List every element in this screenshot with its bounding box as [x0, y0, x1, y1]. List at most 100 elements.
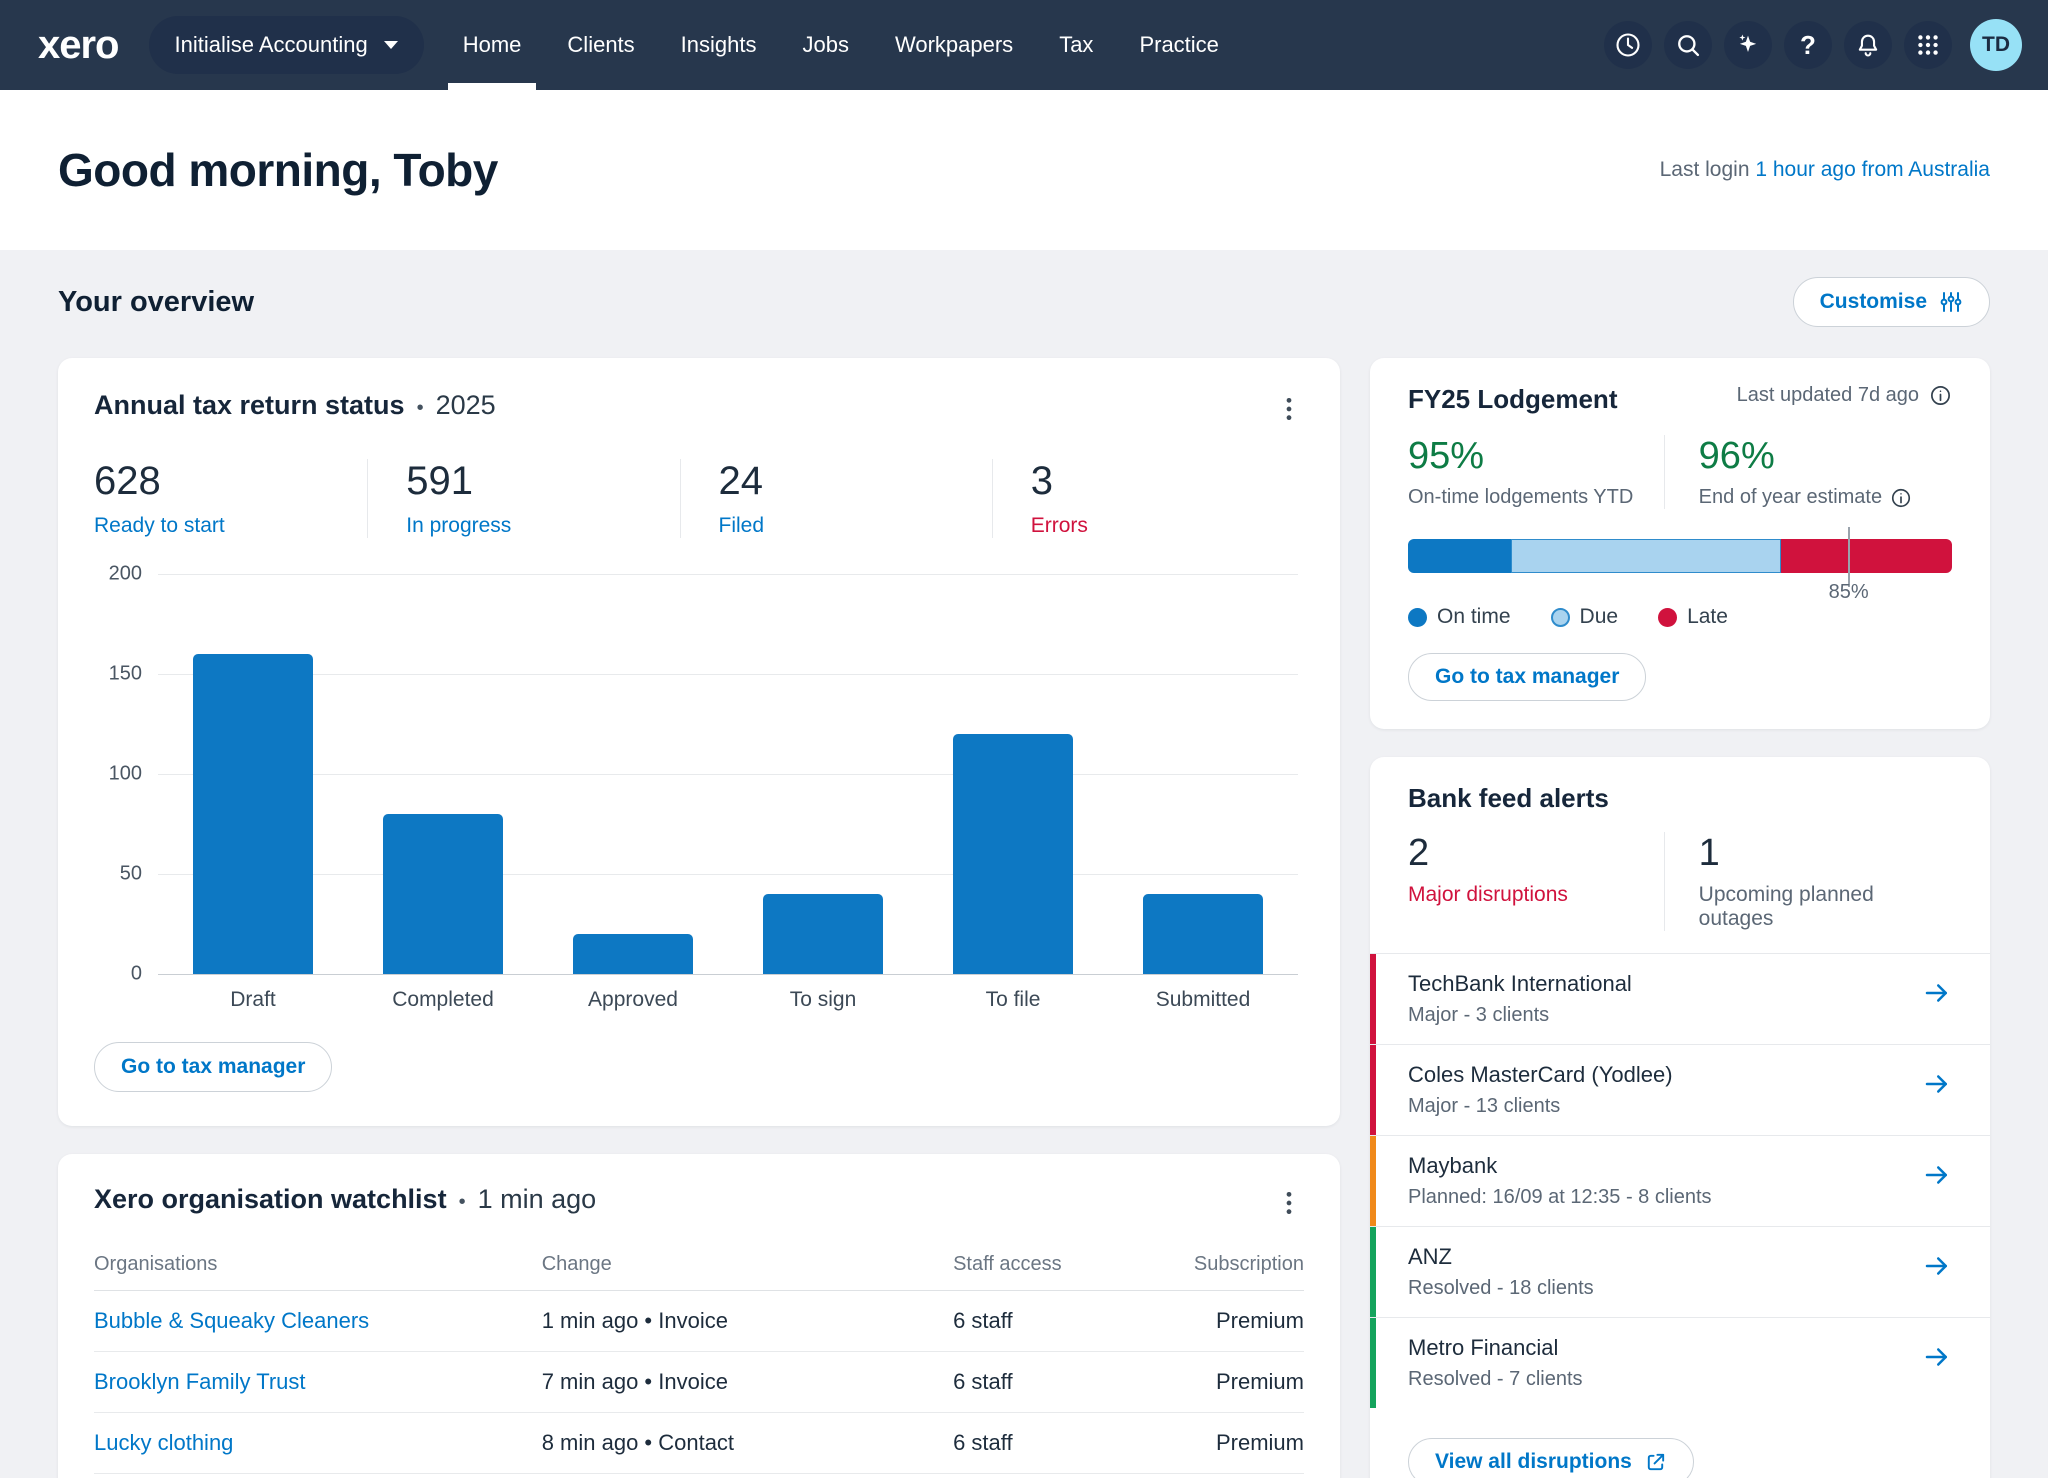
- nav-item-clients[interactable]: Clients: [544, 0, 657, 90]
- stat-label-link[interactable]: Errors: [1031, 514, 1304, 538]
- bar-draft[interactable]: [193, 654, 313, 974]
- arrow-right-icon[interactable]: [1922, 978, 1952, 1008]
- alert-item-coles[interactable]: Coles MasterCard (Yodlee) Major - 13 cli…: [1370, 1044, 1990, 1135]
- change-cell: 1 min ago • Invoice: [541, 1308, 728, 1333]
- nav-item-insights[interactable]: Insights: [658, 0, 780, 90]
- bar-completed[interactable]: [383, 814, 503, 974]
- stat-planned-outages: 1 Upcoming planned outages: [1663, 832, 1952, 931]
- stat-label-link[interactable]: Filed: [719, 514, 992, 538]
- alert-item-techbank[interactable]: TechBank International Major - 3 clients: [1370, 954, 1990, 1044]
- org-link[interactable]: Bubble & Squeaky Cleaners: [94, 1308, 542, 1334]
- view-all-disruptions-button[interactable]: View all disruptions: [1408, 1438, 1694, 1478]
- customise-button[interactable]: Customise: [1792, 277, 1990, 327]
- alert-item-maybank[interactable]: Maybank Planned: 16/09 at 12:35 - 8 clie…: [1370, 1135, 1990, 1226]
- overview-header-row: Your overview Customise: [58, 272, 1990, 332]
- notifications-bell-icon[interactable]: [1844, 21, 1892, 69]
- card-title: Xero organisation watchlist: [94, 1184, 447, 1214]
- chevron-down-icon: [383, 41, 398, 49]
- severity-bar: [1370, 1227, 1376, 1317]
- section-title: Your overview: [58, 285, 255, 318]
- x-label: Submitted: [1155, 988, 1251, 1011]
- help-icon[interactable]: ?: [1784, 21, 1832, 69]
- table-row: i-Fix-electro 8 min ago • Name 6 staff S…: [94, 1474, 1304, 1478]
- stat-label-link[interactable]: Ready to start: [94, 514, 367, 538]
- severity-bar: [1370, 1045, 1376, 1135]
- lodgement-progress-bar: 85%: [1408, 527, 1952, 603]
- nav-item-tax[interactable]: Tax: [1036, 0, 1116, 90]
- stat-label-link[interactable]: In progress: [406, 514, 679, 538]
- nav-item-practice[interactable]: Practice: [1116, 0, 1241, 90]
- xero-dashboard: xero Initialise Accounting Home Clients …: [0, 0, 2048, 1478]
- bank-feed-alerts-card: Bank feed alerts 2 Major disruptions 1 U…: [1370, 757, 1990, 1478]
- bar-approved[interactable]: [573, 934, 693, 974]
- chart-plot-area: [158, 574, 1298, 975]
- history-clock-icon[interactable]: [1604, 21, 1652, 69]
- subscription-cell: Premium: [1215, 1369, 1304, 1394]
- severity-bar: [1370, 1136, 1376, 1226]
- column-header: Subscription: [1193, 1253, 1304, 1275]
- alert-item-anz[interactable]: ANZ Resolved - 18 clients: [1370, 1226, 1990, 1317]
- search-icon[interactable]: [1664, 21, 1712, 69]
- last-updated-text: Last updated 7d ago: [1736, 384, 1919, 406]
- staff-cell: 6 staff: [953, 1369, 1013, 1394]
- column-header: Change: [541, 1253, 612, 1275]
- chart-bars: [158, 574, 1298, 974]
- info-icon[interactable]: [1929, 384, 1952, 407]
- y-tick: 100: [108, 762, 142, 785]
- last-login-link[interactable]: 1 hour ago from Australia: [1755, 158, 1990, 181]
- subscription-cell: Premium: [1215, 1430, 1304, 1455]
- apps-grid-icon[interactable]: [1904, 21, 1952, 69]
- external-link-icon: [1647, 1453, 1664, 1470]
- sliders-icon: [1940, 292, 1962, 312]
- column-header: Staff access: [953, 1253, 1062, 1275]
- stat-filed: 24 Filed: [679, 459, 992, 538]
- watchlist-table: Organisations Change Staff access Subscr…: [94, 1253, 1304, 1478]
- staff-cell: 6 staff: [953, 1430, 1013, 1455]
- fy25-lodgement-card: FY25 Lodgement Last updated 7d ago 95% O…: [1370, 358, 1990, 729]
- card-menu-kebab-icon[interactable]: [1274, 1184, 1304, 1225]
- title-separator: •: [416, 397, 424, 419]
- y-tick: 0: [130, 962, 142, 985]
- xero-logo[interactable]: xero: [38, 25, 119, 65]
- nav-item-jobs[interactable]: Jobs: [780, 0, 872, 90]
- arrow-right-icon[interactable]: [1922, 1342, 1952, 1372]
- bar-submitted[interactable]: [1143, 894, 1263, 974]
- legend-dot-due: [1550, 607, 1570, 627]
- card-title: FY25 Lodgement: [1408, 384, 1618, 414]
- stat-end-of-year: 96% End of year estimate: [1663, 435, 1952, 509]
- go-to-tax-manager-button[interactable]: Go to tax manager: [1408, 653, 1647, 701]
- subscription-cell: Premium: [1215, 1308, 1304, 1333]
- org-selector-dropdown[interactable]: Initialise Accounting: [148, 16, 424, 74]
- arrow-right-icon[interactable]: [1922, 1160, 1952, 1190]
- legend-late: Late: [1658, 605, 1728, 629]
- org-link[interactable]: Lucky clothing: [94, 1430, 542, 1456]
- nav-item-home[interactable]: Home: [440, 0, 545, 90]
- stat-ready-to-start: 628 Ready to start: [94, 459, 367, 538]
- table-row: Lucky clothing 8 min ago • Contact 6 sta…: [94, 1413, 1304, 1474]
- bank-feed-alerts-list: TechBank International Major - 3 clients…: [1370, 953, 1990, 1408]
- alert-item-metro[interactable]: Metro Financial Resolved - 7 clients: [1370, 1317, 1990, 1408]
- y-tick: 50: [119, 862, 142, 885]
- card-menu-kebab-icon[interactable]: [1274, 390, 1304, 431]
- arrow-right-icon[interactable]: [1922, 1251, 1952, 1281]
- arrow-right-icon[interactable]: [1922, 1069, 1952, 1099]
- x-label: Draft: [230, 988, 276, 1011]
- card-title: Annual tax return status: [94, 390, 405, 420]
- nav-item-workpapers[interactable]: Workpapers: [872, 0, 1036, 90]
- ai-sparkle-icon[interactable]: [1724, 21, 1772, 69]
- organisation-watchlist-card: Xero organisation watchlist • 1 min ago: [58, 1154, 1340, 1478]
- bar-to-file[interactable]: [953, 734, 1073, 974]
- x-label: Completed: [392, 988, 494, 1011]
- info-icon[interactable]: [1890, 487, 1912, 509]
- user-avatar[interactable]: TD: [1970, 19, 2022, 71]
- go-to-tax-manager-button[interactable]: Go to tax manager: [94, 1042, 333, 1092]
- page-header: Good morning, Toby Last login 1 hour ago…: [0, 90, 2048, 250]
- stat-errors: 3 Errors: [991, 459, 1304, 538]
- lodgement-legend: On time Due Late: [1408, 605, 1952, 629]
- bar-to-sign[interactable]: [763, 894, 883, 974]
- x-label: Approved: [588, 988, 678, 1011]
- segment-due: [1511, 539, 1781, 573]
- org-selector-label: Initialise Accounting: [174, 32, 368, 57]
- org-link[interactable]: Brooklyn Family Trust: [94, 1369, 542, 1395]
- bank-feed-stats: 2 Major disruptions 1 Upcoming planned o…: [1408, 832, 1952, 931]
